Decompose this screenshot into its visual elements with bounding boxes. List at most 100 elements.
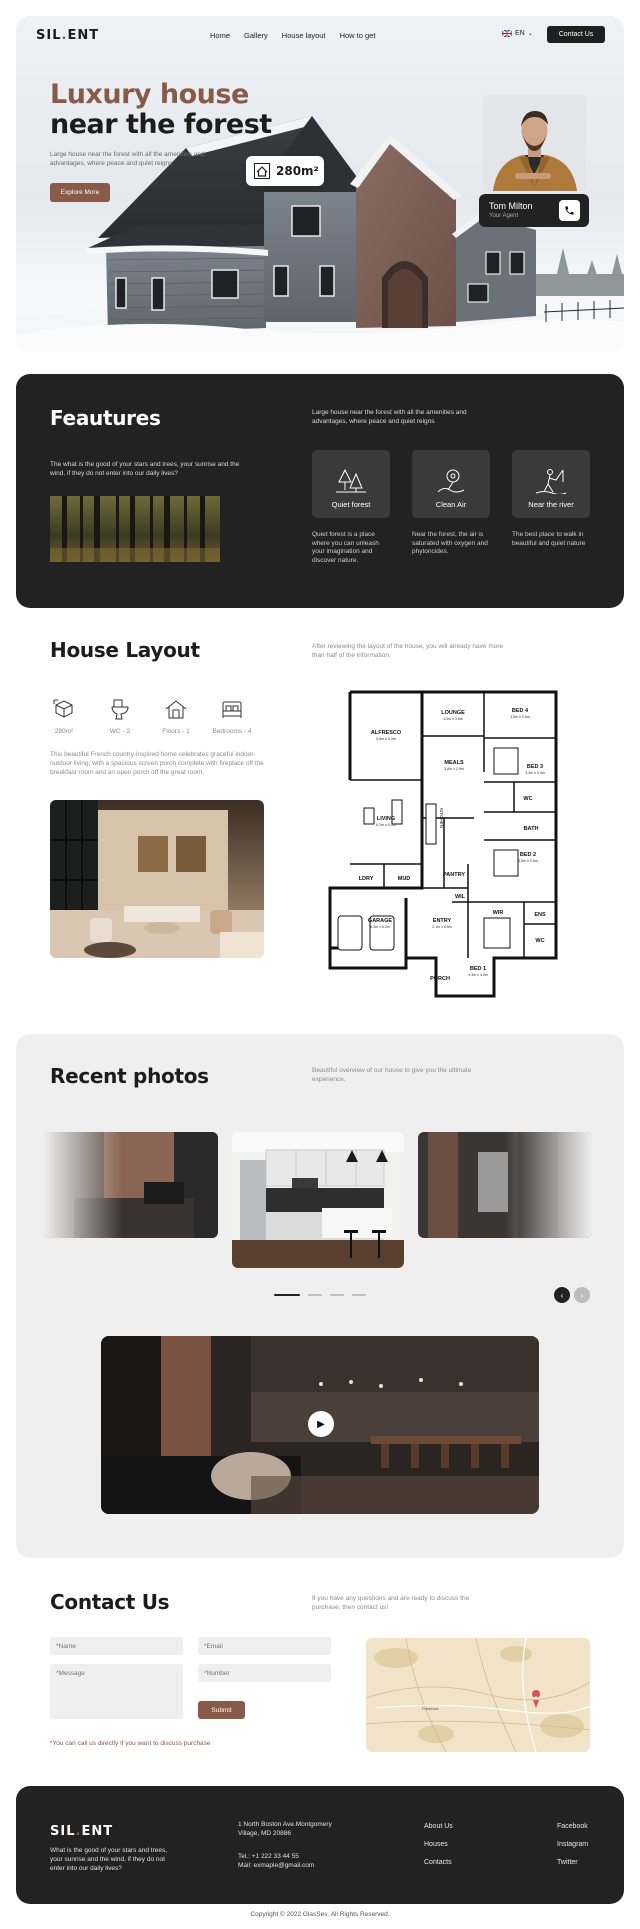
carousel-photo-1[interactable] xyxy=(44,1132,218,1238)
nav-house-layout[interactable]: House layout xyxy=(282,31,326,40)
copyright-text: Copyright © 2022 GlasSes. All Rights Res… xyxy=(250,1911,390,1918)
recent-photos-title: Recent photos xyxy=(50,1064,209,1088)
hero-description: Large house near the forest with all the… xyxy=(50,151,205,167)
plan-label-meals: MEALS xyxy=(444,760,464,766)
nav-gallery[interactable]: Gallery xyxy=(244,31,268,40)
email-field[interactable] xyxy=(198,1637,331,1655)
call-agent-button[interactable] xyxy=(559,200,580,221)
plan-dim-living: 6.2m x 5.3m xyxy=(376,823,396,827)
room-photo-dining xyxy=(44,1132,218,1238)
video-play-button[interactable]: ▶ xyxy=(308,1411,334,1437)
carousel-indicator-3[interactable] xyxy=(330,1294,344,1296)
footer-logo-part2: ENT xyxy=(81,1824,114,1839)
house-video-player[interactable]: ▶ xyxy=(101,1336,539,1514)
feature-card-near-the-river: Near the river xyxy=(512,450,590,518)
plan-dim-entry: 2.1m x 6.5m xyxy=(432,925,452,929)
carousel-indicator-1[interactable] xyxy=(274,1294,300,1296)
house-layout-description: This beautiful French country-inspired h… xyxy=(50,751,264,776)
area-cube-icon xyxy=(53,699,73,718)
footer-logo-part1: SIL xyxy=(50,1824,76,1839)
feature-label-quiet-forest: Quiet forest xyxy=(331,500,371,509)
carousel-next-button[interactable]: › xyxy=(574,1287,590,1303)
site-footer: SIL.ENT What is the good of your stars a… xyxy=(16,1786,624,1904)
carousel-photo-3[interactable] xyxy=(418,1132,592,1238)
stat-area-label: 280m² xyxy=(54,728,74,735)
plan-label-wc2: WC xyxy=(535,938,544,944)
footer-phone[interactable]: Tel.: +1 222 33 44 55 xyxy=(238,1852,299,1861)
house-stats: 280m² WC - 2 Floors - 1 Bedrooms - 4 xyxy=(36,698,260,735)
plan-label-bed3: BED 3 xyxy=(527,764,543,770)
bed-icon xyxy=(222,701,242,718)
room-photo-kitchen xyxy=(232,1132,404,1268)
area-value: 280m² xyxy=(276,164,319,178)
house-floors-icon xyxy=(165,700,187,719)
plan-dim-bed3: 3.3m x 3.4m xyxy=(525,771,545,775)
footer-link-houses[interactable]: Houses xyxy=(424,1841,448,1848)
agent-portrait-image xyxy=(483,95,586,191)
footer-email[interactable]: Mail: exmaple@gmail.com xyxy=(238,1861,314,1870)
site-logo[interactable]: SIL.ENT xyxy=(36,28,99,43)
feature-card-quiet-forest: Quiet forest xyxy=(312,450,390,518)
plan-label-bed1: BED 1 xyxy=(470,966,486,972)
location-map[interactable]: Frederick xyxy=(366,1638,590,1752)
plan-label-garage: GARAGE xyxy=(368,918,392,924)
play-icon: ▶ xyxy=(317,1418,325,1430)
footer-link-about-us[interactable]: About Us xyxy=(424,1823,453,1830)
map-town-label: Frederick xyxy=(422,1706,439,1711)
carousel-indicator-4[interactable] xyxy=(352,1294,366,1296)
plan-dim-garage: 6.3m x 6.2m xyxy=(370,925,390,929)
footer-logo[interactable]: SIL.ENT xyxy=(50,1824,113,1839)
nav-home[interactable]: Home xyxy=(210,31,230,40)
main-nav: Home Gallery House layout How to get xyxy=(210,31,375,40)
contact-title: Contact Us xyxy=(50,1590,170,1614)
footer-link-twitter[interactable]: Twitter xyxy=(557,1859,578,1866)
nav-how-to-get[interactable]: How to get xyxy=(340,31,376,40)
name-field[interactable] xyxy=(50,1637,183,1655)
plan-dim-lounge: 4.3m x 3.8m xyxy=(443,717,463,721)
hero-section: SIL.ENT Home Gallery House layout How to… xyxy=(16,16,624,352)
chevron-down-icon: ⌄ xyxy=(527,31,533,37)
plan-label-bed4: BED 4 xyxy=(512,708,529,714)
plan-label-wir: WIR xyxy=(493,910,504,916)
feature-label-clean-air: Clean Air xyxy=(435,500,467,509)
footer-link-instagram[interactable]: Instagram xyxy=(557,1841,588,1848)
contact-intro: If you have any questions and are ready … xyxy=(312,1595,470,1611)
logo-text-part1: SIL xyxy=(36,28,62,43)
stat-bedrooms-label: Bedrooms - 4 xyxy=(212,728,252,735)
language-label: EN xyxy=(515,30,525,37)
trees-icon xyxy=(336,468,366,493)
toilet-icon xyxy=(111,699,129,720)
message-field[interactable] xyxy=(50,1664,183,1719)
features-title: Feautures xyxy=(50,406,161,430)
floor-plan: ALFRESCO LOUNGE BED 4 MEALS BED 3 LIVING… xyxy=(328,690,558,998)
submit-button[interactable]: Submit xyxy=(198,1701,245,1719)
phone-icon xyxy=(565,206,574,215)
carousel-indicator-2[interactable] xyxy=(308,1294,322,1296)
stat-area: 280m² xyxy=(36,698,92,735)
stat-floors-label: Floors - 1 xyxy=(162,728,190,735)
feature-card-clean-air: Clean Air xyxy=(412,450,490,518)
air-balloon-icon xyxy=(437,469,465,493)
carousel-prev-button[interactable]: ‹ xyxy=(554,1287,570,1303)
feature-text-quiet-forest: Quiet forest is a place where you can un… xyxy=(312,531,379,564)
plan-dim-bed2: 3.5m x 3.5m xyxy=(518,859,538,863)
hero-title: Luxury house near the forest xyxy=(50,80,272,140)
number-field[interactable] xyxy=(198,1664,331,1682)
forest-image xyxy=(50,496,220,562)
room-photo-loft xyxy=(418,1132,592,1238)
footer-link-contacts[interactable]: Contacts xyxy=(424,1859,452,1866)
feature-text-clean-air: Near the forest, the air is saturated wi… xyxy=(412,531,488,555)
plan-label-pantry: PANTRY xyxy=(443,872,465,878)
stat-wc-label: WC - 2 xyxy=(109,728,131,735)
plan-label-entry: ENTRY xyxy=(433,918,452,924)
footer-address-line1: 1 North Boston Ave.Montgomery xyxy=(238,1821,332,1828)
footer-link-facebook[interactable]: Facebook xyxy=(557,1823,588,1830)
area-badge: 280m² xyxy=(246,156,324,186)
language-selector[interactable]: EN ⌄ xyxy=(502,30,533,37)
stat-wc: WC - 2 xyxy=(92,698,148,735)
plan-label-ens: ENS xyxy=(534,912,546,918)
carousel-photo-2[interactable] xyxy=(232,1132,404,1268)
header-contact-button[interactable]: Contact Us xyxy=(547,26,605,43)
house-layout-title: House Layout xyxy=(50,638,200,662)
explore-more-button[interactable]: Explore More xyxy=(50,183,110,202)
